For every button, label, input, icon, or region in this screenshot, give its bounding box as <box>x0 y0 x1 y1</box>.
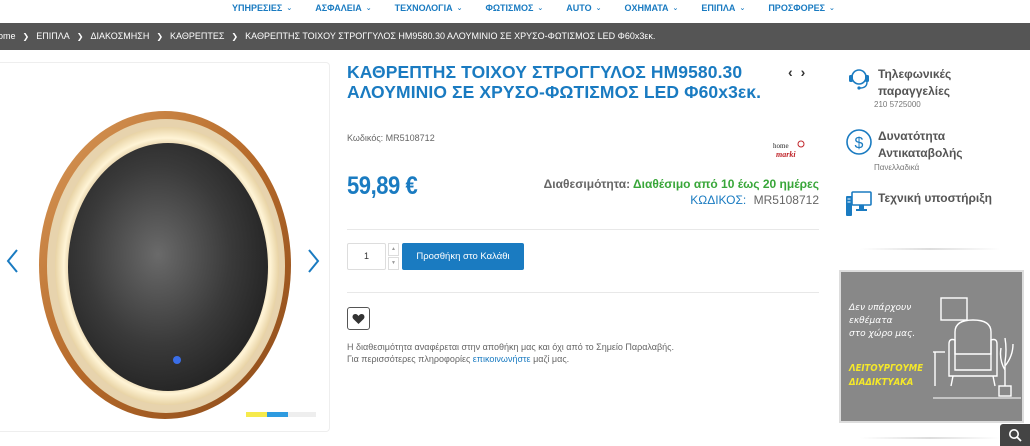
breadcrumb-current: ΚΑΘΡΕΠΤΗΣ ΤΟΙΧΟΥ ΣΤΡΟΓΓΥΛΟΣ ΗΜ9580.30 ΑΛ… <box>245 31 656 41</box>
menu-item-furniture[interactable]: ΕΠΙΠΛΑ ⌄ <box>701 3 745 13</box>
top-navigation: ΥΠΗΡΕΣΙΕΣ ⌄ ΑΣΦΑΛΕΙΑ ⌄ ΤΕΧΝΟΛΟΓΙΑ ⌄ ΦΩΤΙΣΜΟ… <box>0 0 1030 22</box>
cod-subtitle: Πανελλαδικά <box>874 163 920 172</box>
breadcrumb-furniture[interactable]: ΕΠΙΠΛΑ <box>36 31 70 41</box>
banner-line: Δεν υπάρχουν <box>849 303 912 313</box>
banner-line: ΛΕΙΤΟΥΡΓΟΥΜΕ <box>849 363 924 374</box>
contact-link[interactable]: επικοινωνήστε <box>473 354 531 364</box>
product-code-line: Κωδικός: MR5108712 <box>347 133 435 143</box>
dollar-icon: $ <box>846 129 872 155</box>
sidebar-divider <box>860 437 1000 439</box>
search-icon <box>1009 429 1022 442</box>
phone-orders-label: Τηλεφωνικές παραγγελίες <box>878 66 951 100</box>
menu-item-label: ΤΕΧΝΟΛΟΓΙΑ <box>394 3 453 13</box>
quantity-stepper: ▲ ▼ <box>388 243 399 270</box>
label-line: Δυνατότητα <box>878 129 946 143</box>
note-text: μαζί μας. <box>530 354 570 364</box>
product-pager: ‹ › <box>788 64 805 80</box>
availability: Διαθεσιμότητα: Διαθέσιμο από 10 έως 20 η… <box>544 177 819 191</box>
chevron-down-icon: ⌄ <box>365 5 372 12</box>
chevron-right-icon: ❯ <box>156 31 164 41</box>
promo-banner[interactable]: Δεν υπάρχουν εκθέματα στο χώρο μας. ΛΕΙΤ… <box>839 270 1024 423</box>
availability-value: Διαθέσιμο από 10 έως 20 ημέρες <box>633 177 819 191</box>
menu-item-offers[interactable]: ΠΡΟΣΦΟΡΕΣ ⌄ <box>768 3 835 13</box>
banner-line: ΔΙΑΔΙΚΤΥΑΚΑ <box>849 377 914 388</box>
product-code: ΚΩΔΙΚΟΣ: MR5108712 <box>690 193 819 207</box>
svg-text:home: home <box>773 142 789 150</box>
product-code-label: ΚΩΔΙΚΟΣ: <box>690 193 747 207</box>
gallery-prev-button[interactable] <box>5 248 21 274</box>
menu-item-label: ΕΠΙΠΛΑ <box>701 3 736 13</box>
chevron-right-icon: ❯ <box>22 31 30 41</box>
chevron-down-icon: ⌄ <box>286 5 293 12</box>
main-menu: ΥΠΗΡΕΣΙΕΣ ⌄ ΑΣΦΑΛΕΙΑ ⌄ ΤΕΧΝΟΛΟΓΙΑ ⌄ ΦΩΤΙΣΜΟ… <box>232 3 858 13</box>
svg-text:marki: marki <box>776 150 796 159</box>
note-text: Για περισσότερες πληροφορίες <box>347 354 473 364</box>
menu-item-label: ΑΣΦΑΛΕΙΑ <box>315 3 362 13</box>
menu-item-technology[interactable]: ΤΕΧΝΟΛΟΓΙΑ ⌄ <box>395 3 463 13</box>
menu-item-label: ΟΧΗΜΑΤΑ <box>624 3 669 13</box>
menu-item-services[interactable]: ΥΠΗΡΕΣΙΕΣ ⌄ <box>232 3 292 13</box>
previous-product-icon[interactable]: ‹ <box>788 64 793 80</box>
breadcrumb-mirrors[interactable]: ΚΑΘΡΕΠΤΕΣ <box>170 31 224 41</box>
product-price: 59,89 € <box>347 172 418 200</box>
gallery-progress-segment <box>267 412 288 417</box>
menu-item-label: ΦΩΤΙΣΜΟΣ <box>485 3 534 13</box>
cod-label: Δυνατότητα Αντικαταβολής <box>878 128 963 162</box>
computer-icon <box>846 191 872 216</box>
availability-note: Η διαθεσιμότητα αναφέρεται στην αποθήκη … <box>347 341 674 365</box>
availability-label: Διαθεσιμότητα: <box>543 177 631 191</box>
quantity-increase-button[interactable]: ▲ <box>388 243 399 256</box>
product-image <box>39 111 291 419</box>
product-gallery <box>0 62 330 432</box>
wishlist-button[interactable] <box>347 307 370 330</box>
chevron-down-icon: ⌄ <box>829 5 835 12</box>
breadcrumb-decoration[interactable]: ΔΙΑΚΟΣΜΗΣΗ <box>90 31 149 41</box>
chevron-down-icon: ⌄ <box>672 5 679 12</box>
label-line: Αντικαταβολής <box>878 146 963 160</box>
divider <box>347 292 819 293</box>
next-product-icon[interactable]: › <box>801 64 806 80</box>
menu-item-security[interactable]: ΑΣΦΑΛΕΙΑ ⌄ <box>315 3 371 13</box>
breadcrumb: ome ❯ ΕΠΙΠΛΑ ❯ ΔΙΑΚΟΣΜΗΣΗ ❯ ΚΑΘΡΕΠΤΕΣ ❯ … <box>0 23 1030 50</box>
banner-line: στο χώρο μας. <box>849 329 916 339</box>
divider <box>347 229 819 230</box>
product-title: ΚΑΘΡΕΠΤΗΣ ΤΟΙΧΟΥ ΣΤΡΟΓΓΥΛΟΣ ΗΜ9580.30 ΑΛ… <box>347 62 762 102</box>
product-code-value: MR5108712 <box>753 193 819 207</box>
chevron-right-icon: ❯ <box>76 31 84 41</box>
note-line: Η διαθεσιμότητα αναφέρεται στην αποθήκη … <box>347 342 675 352</box>
gallery-next-button[interactable] <box>305 248 321 274</box>
label-line: παραγγελίες <box>878 84 951 98</box>
menu-item-auto[interactable]: AUTO ⌄ <box>566 3 601 13</box>
menu-item-label: AUTO <box>566 3 592 13</box>
gallery-progress-segment <box>246 412 267 417</box>
menu-item-vehicles[interactable]: ΟΧΗΜΑΤΑ ⌄ <box>624 3 678 13</box>
scroll-to-top-button[interactable] <box>1000 424 1030 446</box>
phone-number[interactable]: 210 5725000 <box>874 100 921 109</box>
brand-logo[interactable]: home marki <box>772 138 808 160</box>
svg-text:$: $ <box>855 135 864 152</box>
chevron-down-icon: ⌄ <box>537 5 544 12</box>
quantity-decrease-button[interactable]: ▼ <box>388 257 399 270</box>
sidebar-divider <box>860 248 1000 250</box>
chevron-right-icon: ❯ <box>231 31 239 41</box>
label-line: Τηλεφωνικές <box>878 67 952 81</box>
chevron-down-icon: ⌄ <box>739 5 746 12</box>
gallery-progress <box>246 412 316 417</box>
note-line: Για περισσότερες πληροφορίες επικοινωνήσ… <box>347 353 674 365</box>
menu-item-label: ΠΡΟΣΦΟΡΕΣ <box>768 3 826 13</box>
chevron-down-icon: ⌄ <box>456 5 463 12</box>
support-label: Τεχνική υποστήριξη <box>878 191 992 205</box>
heart-icon <box>352 313 365 324</box>
banner-line: εκθέματα <box>849 316 893 326</box>
menu-item-label: ΥΠΗΡΕΣΙΕΣ <box>232 3 283 13</box>
menu-item-lighting[interactable]: ΦΩΤΙΣΜΟΣ ⌄ <box>485 3 543 13</box>
banner-highlight: ΛΕΙΤΟΥΡΓΟΥΜΕ ΔΙΑΔΙΚΤΥΑΚΑ <box>849 362 923 390</box>
add-to-cart-button[interactable]: Προσθήκη στο Καλάθι <box>402 243 524 270</box>
armchair-illustration <box>933 297 1021 399</box>
banner-text: Δεν υπάρχουν εκθέματα στο χώρο μας. <box>849 302 915 341</box>
quantity-input[interactable]: 1 <box>347 243 386 270</box>
breadcrumb-home[interactable]: ome <box>0 31 16 41</box>
headset-icon <box>849 69 869 90</box>
chevron-down-icon: ⌄ <box>595 5 602 12</box>
